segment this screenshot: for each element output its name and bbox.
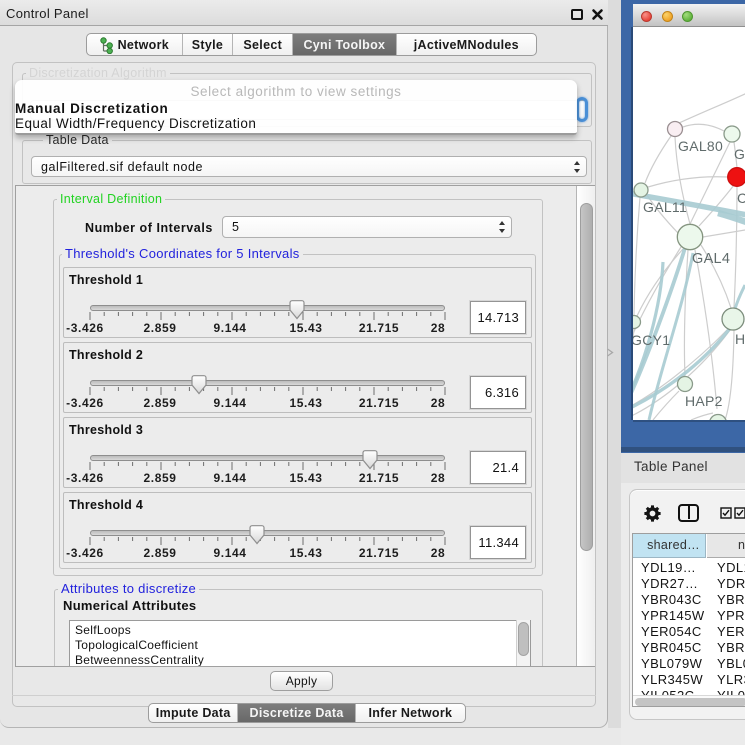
svg-text:GA: GA: [734, 146, 745, 162]
svg-text:GAL11: GAL11: [643, 199, 687, 215]
svg-text:GAL80: GAL80: [678, 138, 723, 154]
svg-text:HAP2: HAP2: [685, 393, 723, 409]
svg-text:H: H: [735, 331, 745, 347]
svg-text:GAL4: GAL4: [692, 251, 730, 267]
svg-text:GCY1: GCY1: [633, 332, 670, 348]
svg-text:CD: CD: [737, 190, 745, 206]
